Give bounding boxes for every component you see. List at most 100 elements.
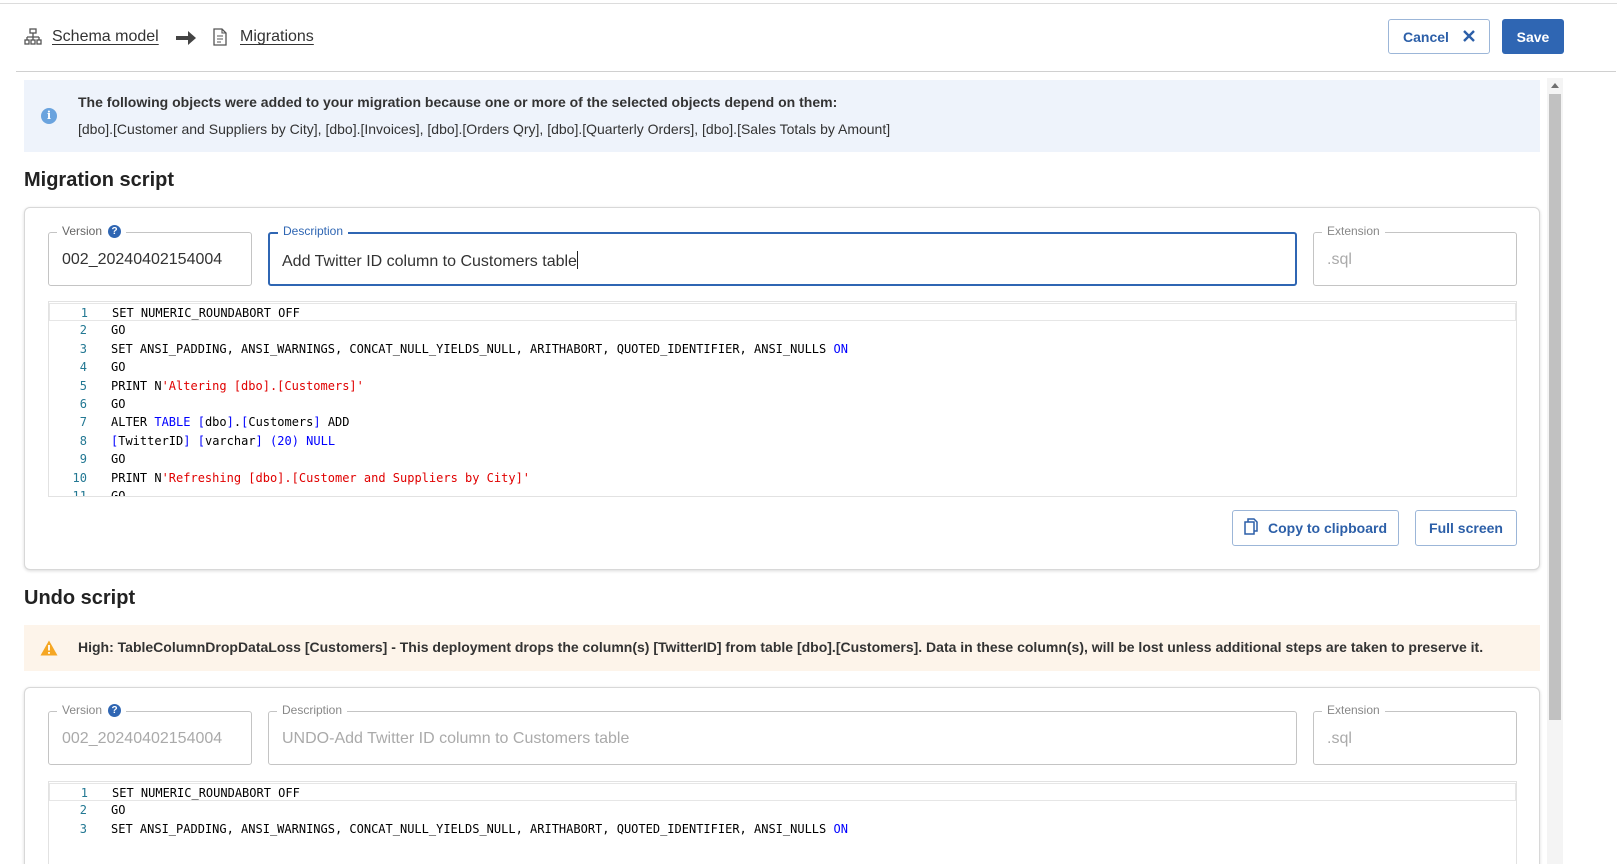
migration-script-heading: Migration script: [24, 169, 175, 191]
code-keyword: ]: [255, 433, 263, 448]
cancel-label: Cancel: [1403, 28, 1449, 45]
version-value: 002_20240402154004: [62, 251, 223, 268]
breadcrumb-schema-model[interactable]: Schema model: [24, 28, 159, 46]
info-banner: i The following objects were added to yo…: [24, 80, 1540, 152]
warning-text: High: TableColumnDropDataLoss [Customers…: [78, 639, 1484, 655]
code-token: SET ANSI_PADDING, ANSI_WARNINGS, CONCAT_…: [111, 341, 834, 356]
line-number: 3: [79, 341, 87, 356]
code-text: GO: [111, 487, 126, 497]
code-token: ADD: [320, 415, 350, 430]
close-icon: [1463, 29, 1475, 45]
code-token: GO: [111, 360, 126, 375]
line-number: 2: [79, 323, 87, 338]
undo-extension-field: Extension .sql: [1313, 703, 1517, 765]
undo-extension-label: Extension: [1322, 703, 1385, 717]
code-text: GO: [111, 321, 125, 339]
copy-icon: [1244, 518, 1258, 538]
migration-code-editor[interactable]: 1 SET NUMERIC_ROUNDABORT OFF 2 GO 3 SET ANSI_…: [48, 301, 1517, 497]
line-number: 2: [79, 803, 87, 818]
code-keyword: ON: [833, 821, 848, 836]
code-line: 2 GO: [49, 801, 1516, 819]
description-text: Add Twitter ID column to Customers table: [282, 253, 577, 270]
code-token: SET ANSI_PADDING, ANSI_WARNINGS, CONCAT_…: [111, 821, 834, 836]
header: Schema model Migrations: [16, 14, 1616, 72]
undo-script-heading: Undo script: [24, 587, 136, 609]
line-number: 8: [79, 433, 87, 448]
code-token: GO: [111, 489, 126, 497]
code-token: SET NUMERIC_ROUNDABORT OFF: [112, 786, 300, 800]
code-line: 7 ALTER TABLE [dbo].[Customers] ADD: [49, 413, 1516, 431]
code-token: ALTER: [111, 415, 155, 430]
line-number: 3: [79, 821, 87, 836]
info-objects: [dbo].[Customer and Suppliers by City], …: [78, 121, 891, 137]
warning-banner: High: TableColumnDropDataLoss [Customers…: [24, 625, 1540, 671]
migration-script-panel: Version ? 002_20240402154004 Description…: [24, 207, 1540, 570]
info-title: The following objects were added to your…: [78, 94, 838, 110]
extension-field: Extension .sql: [1313, 224, 1517, 286]
code-text: [TwitterID] [varchar] (20) NULL: [111, 432, 335, 450]
extension-value: .sql: [1327, 251, 1352, 268]
save-label: Save: [1516, 28, 1550, 45]
code-keyword: TABLE: [154, 415, 191, 430]
description-field[interactable]: Description Add Twitter ID column to Cus…: [268, 224, 1297, 286]
code-line: 8 [TwitterID] [varchar] (20) NULL: [49, 432, 1516, 450]
scroll-up-icon[interactable]: [1551, 83, 1559, 88]
description-value[interactable]: Add Twitter ID column to Customers table: [282, 251, 578, 271]
code-token: GO: [111, 397, 126, 411]
top-divider: [0, 3, 1617, 4]
code-token: varchar: [204, 433, 256, 448]
version-label: Version: [62, 224, 103, 238]
code-text: SET NUMERIC_ROUNDABORT OFF: [112, 304, 300, 322]
code-string: 'Altering [dbo].[Customers]': [161, 378, 364, 393]
code-keyword: ON: [833, 341, 848, 356]
arrow-right-icon: [175, 27, 197, 53]
code-line: 1 SET NUMERIC_ROUNDABORT OFF: [49, 783, 1516, 801]
schema-model-icon: [24, 28, 42, 46]
code-token: GO: [111, 452, 126, 467]
warning-icon: [40, 640, 58, 661]
help-icon[interactable]: ?: [108, 224, 122, 238]
line-number: 5: [79, 378, 87, 393]
full-screen-button[interactable]: Full screen: [1415, 510, 1517, 546]
description-label: Description: [278, 224, 349, 238]
code-text: GO: [111, 450, 125, 468]
code-line: 3 SET ANSI_PADDING, ANSI_WARNINGS, CONCAT…: [49, 820, 1516, 838]
version-field[interactable]: Version ? 002_20240402154004: [48, 224, 252, 286]
code-line: 2 GO: [49, 321, 1516, 339]
code-text: ALTER TABLE [dbo].[Customers] ADD: [111, 413, 350, 431]
line-number: 9: [79, 452, 87, 467]
save-button[interactable]: Save: [1502, 19, 1564, 54]
code-token: GO: [111, 803, 126, 818]
code-keyword: [: [197, 433, 205, 448]
undo-code-editor[interactable]: 1 SET NUMERIC_ROUNDABORT OFF 2 GO 3 SET ANSI_…: [48, 781, 1517, 864]
code-token: PRINT N: [111, 470, 162, 485]
line-number: 6: [79, 397, 87, 411]
copy-to-clipboard-button[interactable]: Copy to clipboard: [1232, 510, 1399, 546]
breadcrumb-migrations[interactable]: Migrations: [212, 28, 314, 46]
version-legend: Version ?: [57, 224, 127, 238]
code-token: SET NUMERIC_ROUNDABORT OFF: [112, 306, 300, 320]
scrollbar-thumb[interactable]: [1549, 94, 1561, 720]
breadcrumb-label[interactable]: Schema model: [52, 28, 159, 46]
code-line: 5 PRINT N'Altering [dbo].[Customers]': [49, 377, 1516, 395]
code-token: PRINT N: [111, 378, 162, 393]
extension-label: Extension: [1322, 224, 1385, 238]
breadcrumb-label[interactable]: Migrations: [240, 28, 314, 46]
code-line: 4 GO: [49, 358, 1516, 376]
code-keyword: [: [197, 415, 205, 430]
help-icon[interactable]: ?: [108, 703, 122, 717]
cancel-button[interactable]: Cancel: [1388, 19, 1490, 54]
undo-description-field: Description UNDO-Add Twitter ID column t…: [268, 703, 1297, 765]
code-keyword: ]: [183, 433, 191, 448]
code-text: PRINT N'Refreshing [dbo].[Customer and S…: [111, 469, 530, 487]
page-scrollbar[interactable]: [1547, 78, 1563, 864]
code-text: GO: [111, 801, 125, 819]
code-keyword: (20): [270, 433, 299, 448]
code-token: GO: [111, 323, 126, 338]
full-screen-label: Full screen: [1429, 520, 1503, 536]
code-text: GO: [111, 395, 125, 413]
code-text: GO: [111, 358, 125, 376]
